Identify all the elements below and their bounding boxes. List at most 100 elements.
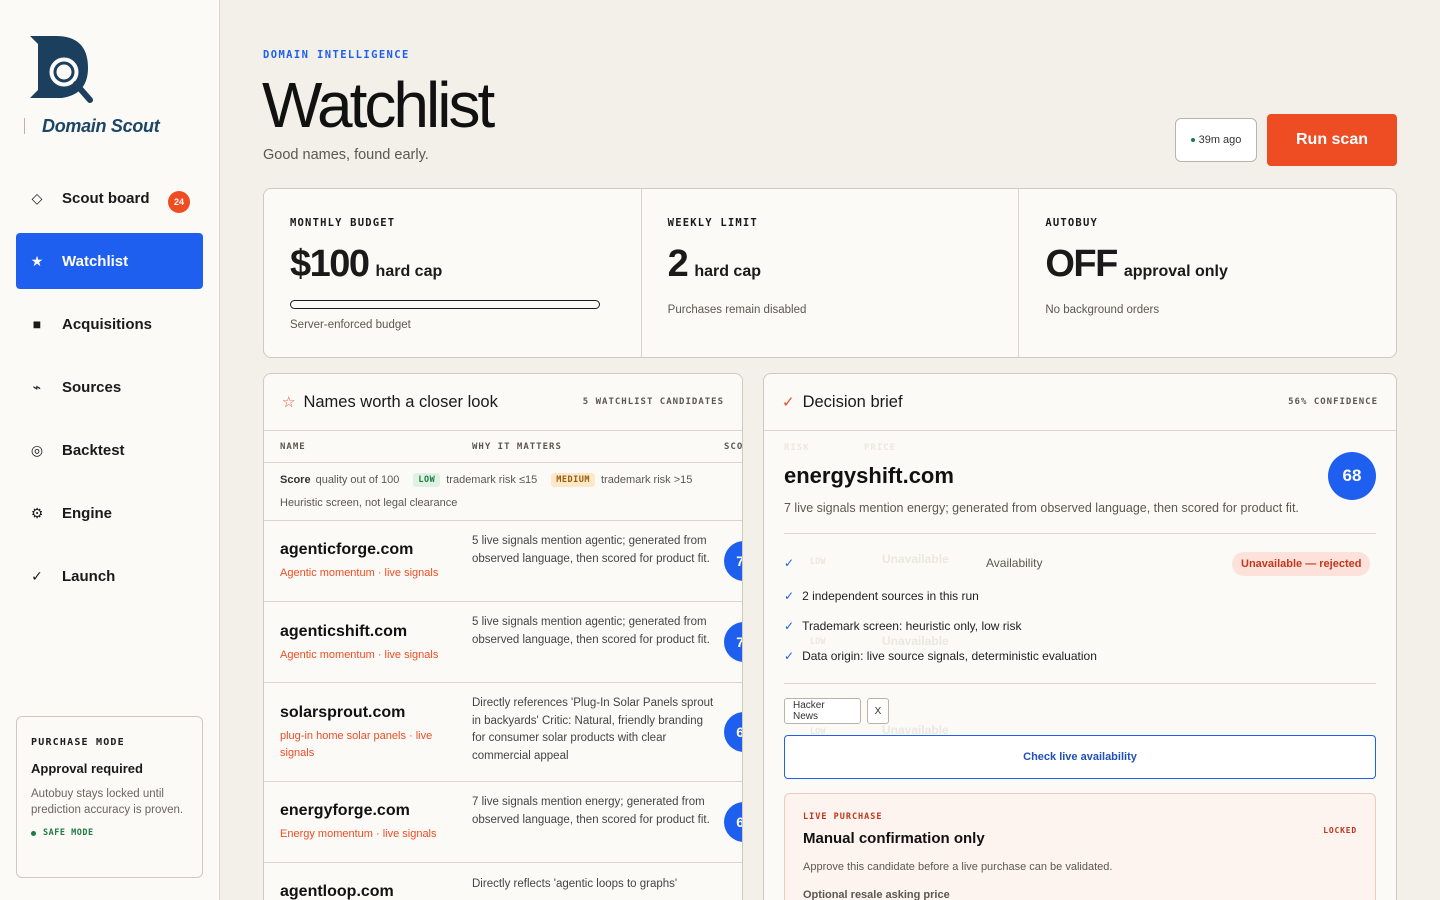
- last-scan-time: 39m ago: [1198, 134, 1242, 146]
- sidebar-item-acquisitions[interactable]: ■ Acquisitions: [16, 296, 203, 352]
- divider: [784, 683, 1376, 684]
- stat-value: OFF: [1045, 243, 1118, 285]
- table-row[interactable]: energyforge.com Energy momentum · live s…: [264, 782, 742, 863]
- stat-note: No background orders: [1045, 304, 1160, 316]
- table-row[interactable]: agentloop.com Directly reflects 'agentic…: [264, 863, 742, 900]
- sidebar-item-label: Launch: [62, 567, 116, 585]
- check-icon: ✓: [31, 567, 43, 584]
- stat-unit: approval only: [1123, 263, 1228, 280]
- locked-status: LOCKED: [1323, 826, 1357, 835]
- check-availability-button[interactable]: Check live availability: [784, 735, 1376, 779]
- sidebar-item-label: Sources: [62, 378, 122, 396]
- stat-label: AUTOBUY: [1045, 217, 1098, 229]
- safe-mode-status: SAFE MODE: [31, 828, 188, 838]
- sidebar-item-engine[interactable]: ⚙ Engine: [16, 485, 203, 541]
- medium-risk-pill: MEDIUM: [551, 473, 595, 487]
- source-chip-x[interactable]: X: [867, 698, 889, 724]
- brief-score-badge: 68: [1328, 452, 1376, 500]
- brief-description: 7 live signals mention energy; generated…: [784, 501, 1299, 515]
- score-badge: 68: [724, 802, 742, 842]
- app-name: Domain Scout: [23, 116, 160, 136]
- live-purchase-description: Approve this candidate before a live pur…: [803, 861, 1113, 873]
- sidebar-item-backtest[interactable]: ◎ Backtest: [16, 422, 203, 478]
- check-icon: ✓: [784, 589, 795, 603]
- candidate-tag: Energy momentum · live signals: [280, 828, 437, 840]
- sidebar-item-launch[interactable]: ✓ Launch: [16, 548, 203, 604]
- column-header-why[interactable]: WHY IT MATTERS: [472, 442, 562, 452]
- budget-progress-bar: [290, 300, 600, 309]
- check-text: Data origin: live source signals, determ…: [802, 649, 1097, 663]
- sidebar-item-label: Watchlist: [62, 252, 129, 270]
- page-tagline: Good names, found early.: [263, 147, 429, 163]
- candidate-tag: Agentic momentum · live signals: [280, 567, 439, 579]
- sidebar-item-label: Engine: [62, 504, 113, 522]
- ghost-low-pill: LOW: [810, 637, 826, 647]
- stat-note: Server-enforced budget: [290, 319, 411, 331]
- low-risk-pill: LOW: [413, 473, 441, 487]
- panel-title: Decision brief: [802, 392, 903, 411]
- table-header: NAME WHY IT MATTERS SCORE: [264, 431, 742, 463]
- run-scan-button[interactable]: Run scan: [1267, 114, 1397, 166]
- availability-check: ✓: [784, 556, 802, 570]
- stat-weekly-limit: WEEKLY LIMIT 2 hard cap Purchases remain…: [642, 189, 1020, 357]
- source-chip-hacker-news[interactable]: Hacker News: [784, 698, 861, 724]
- square-icon: ■: [32, 316, 42, 332]
- ghost-risk-header: RISK: [784, 443, 810, 453]
- sidebar: Domain Scout ◇ Scout board 24 ★ Watchlis…: [0, 0, 220, 900]
- stat-unit: hard cap: [375, 263, 443, 280]
- ghost-price-header: PRICE: [864, 443, 897, 453]
- domain-scout-logo-icon: [30, 36, 93, 103]
- candidate-name: agentloop.com: [280, 883, 394, 900]
- score-badge: 71: [724, 541, 742, 581]
- candidate-name: energyforge.com: [280, 802, 410, 819]
- sidebar-item-label: Scout board: [62, 189, 150, 207]
- sidebar-item-watchlist[interactable]: ★ Watchlist: [16, 233, 203, 289]
- candidate-name: agenticshift.com: [280, 623, 408, 640]
- table-row[interactable]: solarsprout.com plug-in home solar panel…: [264, 683, 742, 782]
- scout-board-count-badge: 24: [168, 191, 190, 213]
- panel-header: ✓ Decision brief 56% CONFIDENCE: [764, 374, 1396, 431]
- candidate-reason: Directly references 'Plug-In Solar Panel…: [472, 697, 714, 762]
- panel-title: Names worth a closer look: [303, 392, 498, 411]
- candidate-reason: 5 live signals mention agentic; generate…: [472, 616, 710, 646]
- stat-autobuy: AUTOBUY OFF approval only No background …: [1019, 189, 1396, 357]
- diamond-icon: ◇: [31, 189, 43, 206]
- candidate-name: solarsprout.com: [280, 704, 406, 721]
- purchase-mode-title: Approval required: [31, 761, 143, 776]
- purchase-mode-description: Autobuy stays locked until prediction ac…: [31, 788, 184, 816]
- candidate-reason: 5 live signals mention agentic; generate…: [472, 535, 710, 565]
- availability-label: Availability: [986, 556, 1043, 570]
- check-icon: ✓: [782, 394, 795, 411]
- safe-mode-label: SAFE MODE: [43, 828, 94, 838]
- sidebar-item-sources[interactable]: ⌁ Sources: [16, 359, 203, 415]
- stat-label: WEEKLY LIMIT: [667, 217, 758, 229]
- stat-monthly-budget: MONTHLY BUDGET $100 hard cap Server-enfo…: [264, 189, 642, 357]
- stat-note: Purchases remain disabled: [667, 304, 807, 316]
- candidate-count: 5 WATCHLIST CANDIDATES: [582, 397, 724, 407]
- table-row[interactable]: agenticforge.com Agentic momentum · live…: [264, 521, 742, 602]
- logo[interactable]: Domain Scout: [23, 34, 196, 144]
- stat-unit: hard cap: [694, 263, 761, 280]
- check-text: Trademark screen: heuristic only, low ri…: [802, 619, 1022, 633]
- table-row[interactable]: agenticshift.com Agentic momentum · live…: [264, 602, 742, 683]
- sidebar-item-scout-board[interactable]: ◇ Scout board 24: [16, 170, 203, 226]
- score-badge: 69: [724, 712, 742, 752]
- ghost-low-pill: LOW: [810, 557, 826, 567]
- last-scan-status: 39m ago: [1175, 118, 1257, 162]
- legend-low-desc: trademark risk ≤15: [446, 474, 538, 486]
- legend-score-label: Score: [280, 474, 311, 486]
- purchase-mode-card: PURCHASE MODE Approval required Autobuy …: [16, 716, 203, 878]
- stats-bar: MONTHLY BUDGET $100 hard cap Server-enfo…: [263, 188, 1397, 358]
- check-text: 2 independent sources in this run: [802, 589, 979, 603]
- check-icon: ✓: [784, 649, 795, 663]
- check-item: ✓ Trademark screen: heuristic only, low …: [784, 619, 1021, 633]
- gear-icon: ⚙: [30, 504, 44, 521]
- column-header-name[interactable]: NAME: [280, 442, 306, 452]
- page-title: Watchlist: [262, 69, 495, 141]
- brief-domain: energyshift.com: [784, 463, 954, 488]
- column-header-score[interactable]: SCORE: [724, 442, 742, 452]
- divider: [784, 533, 1376, 534]
- live-purchase-label: LIVE PURCHASE: [803, 812, 883, 822]
- score-legend: Score quality out of 100 LOW trademark r…: [264, 463, 742, 521]
- purchase-mode-label: PURCHASE MODE: [31, 737, 125, 748]
